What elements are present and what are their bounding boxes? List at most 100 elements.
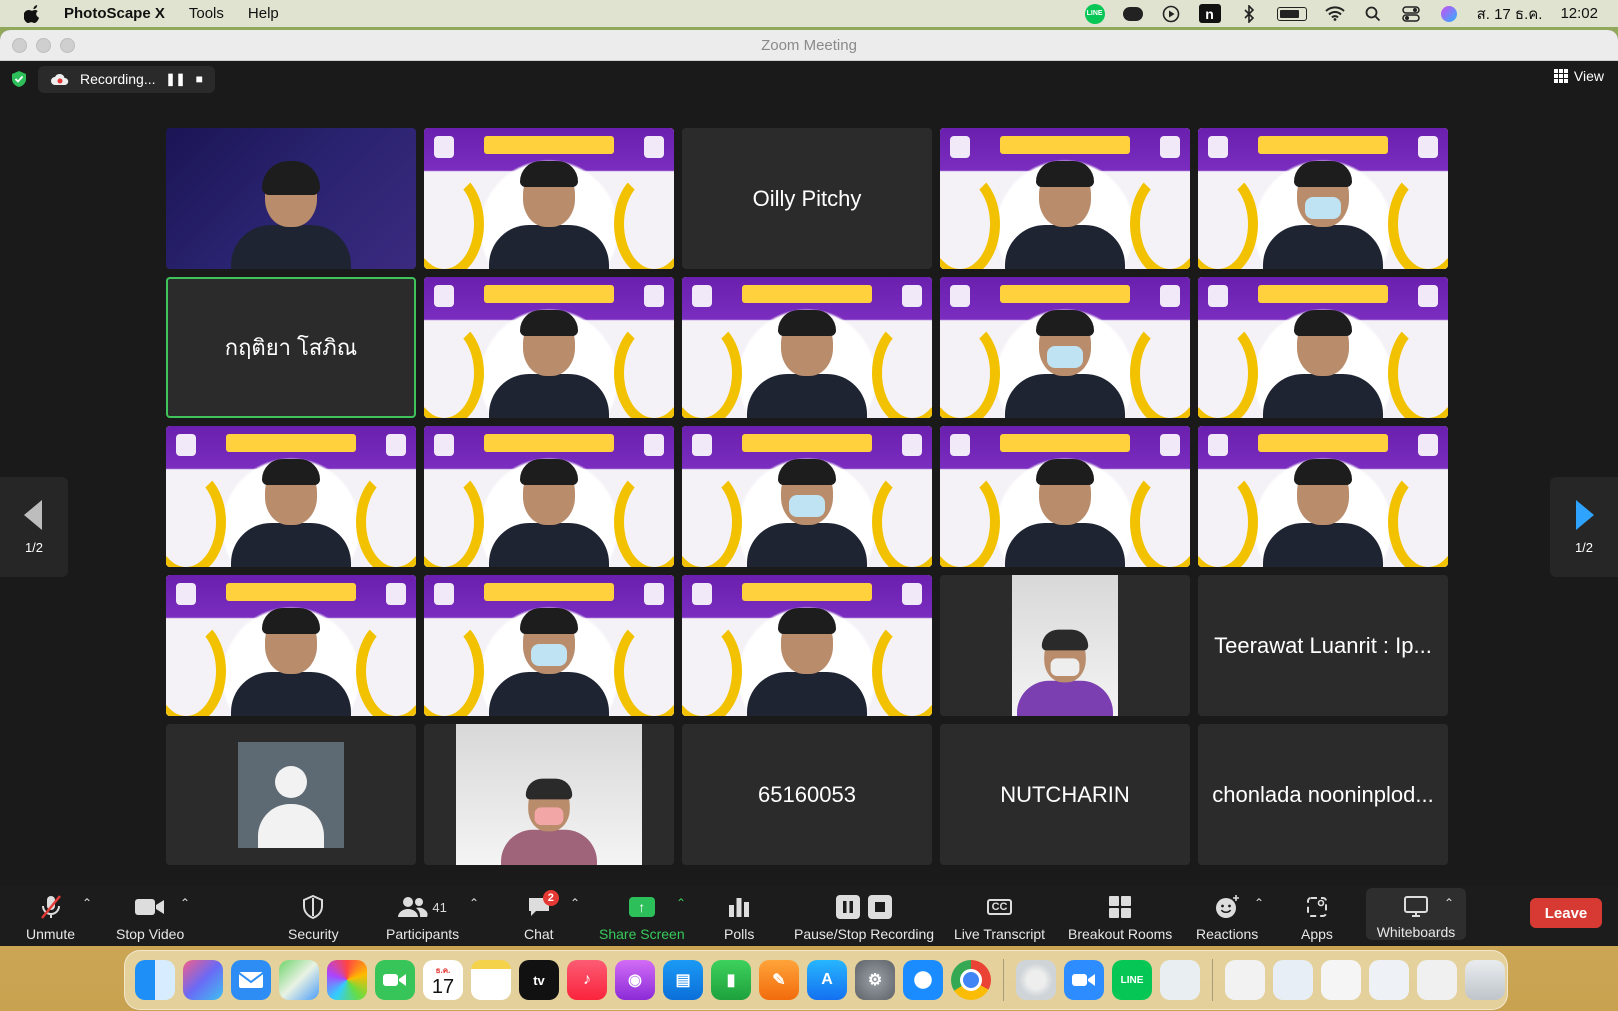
unmute-label: Unmute [26,926,76,942]
mail-icon[interactable] [231,960,271,1000]
menu-help[interactable]: Help [248,5,279,22]
breakout-rooms-button[interactable]: Breakout Rooms [1068,894,1172,942]
chat-options-caret[interactable]: ⌃ [570,896,580,910]
participant-tile[interactable] [424,724,674,865]
maps-icon[interactable] [279,960,319,1000]
participant-tile[interactable] [424,277,674,418]
trash-icon[interactable] [1465,960,1505,1000]
battery-icon[interactable] [1276,6,1307,21]
participant-tile[interactable]: chonlada nooninplod... [1198,724,1448,865]
audio-options-caret[interactable]: ⌃ [82,896,92,910]
app-store-icon[interactable]: A [807,960,847,1000]
wifi-icon[interactable] [1324,6,1345,22]
notes-icon[interactable] [471,960,511,1000]
share-options-caret[interactable]: ⌃ [676,896,686,910]
menubar-date[interactable]: ส. 17 ธ.ค. [1477,2,1543,26]
participant-tile[interactable] [1198,128,1448,269]
participant-tile[interactable]: 65160053 [682,724,932,865]
participant-tile[interactable] [682,575,932,716]
zoom-icon[interactable] [1064,960,1104,1000]
window-title: Zoom Meeting [761,36,857,54]
bluetooth-icon[interactable] [1239,4,1259,23]
chrome-icon[interactable] [951,960,991,1000]
control-center-icon[interactable] [1401,5,1421,22]
view-button[interactable]: View [1553,68,1604,84]
apple-tv-icon[interactable]: tv [519,960,559,1000]
participant-video [1005,459,1125,567]
facetime-icon[interactable] [375,960,415,1000]
live-transcript-button[interactable]: CC Live Transcript [954,894,1045,942]
numbers-icon[interactable]: ▮ [711,960,751,1000]
apps-button[interactable]: Apps [1301,894,1333,942]
video-options-caret[interactable]: ⌃ [180,896,190,910]
launchpad-icon[interactable] [183,960,223,1000]
participant-tile[interactable]: กฤติยา โสภิณ [166,277,416,418]
preview-icon[interactable] [1160,960,1200,1000]
dock-window-thumb-3[interactable] [1321,960,1361,1000]
share-screen-button[interactable]: ↑ Share Screen [599,894,685,942]
stop-recording-icon[interactable]: ■ [196,72,203,86]
participant-tile[interactable]: NUTCHARIN [940,724,1190,865]
spotlight-search-icon[interactable] [1363,6,1383,22]
pause-stop-recording-button[interactable]: Pause/Stop Recording [794,894,934,942]
line-status-icon[interactable]: LINE [1084,3,1105,24]
dock-window-thumb-5[interactable] [1417,960,1457,1000]
menubar-time[interactable]: 12:02 [1560,5,1598,22]
system-settings-icon[interactable]: ⚙ [855,960,895,1000]
dock-window-thumb-2[interactable] [1273,960,1313,1000]
participant-tile[interactable] [682,277,932,418]
participant-tile[interactable] [424,426,674,567]
photos-icon[interactable] [327,960,367,1000]
participants-options-caret[interactable]: ⌃ [469,896,479,910]
play-circle-icon[interactable] [1161,5,1181,22]
photoscape-icon[interactable] [1016,960,1056,1000]
line-app-icon[interactable]: LINE [1112,960,1152,1000]
participant-tile[interactable]: Oilly Pitchy [682,128,932,269]
participant-tile[interactable] [424,128,674,269]
participant-tile[interactable] [1198,426,1448,567]
participant-tile[interactable] [166,426,416,567]
pages-icon[interactable]: ✎ [759,960,799,1000]
participant-video [747,459,867,567]
participant-tile[interactable] [940,128,1190,269]
polls-button[interactable]: Polls [724,894,754,942]
siri-icon[interactable] [1439,5,1459,22]
pause-recording-icon[interactable]: ❚❚ [165,72,185,86]
menu-tools[interactable]: Tools [189,5,224,22]
app-menu-photoscape[interactable]: PhotoScape X [64,5,165,22]
leave-button[interactable]: Leave [1530,898,1602,928]
polls-label: Polls [724,926,755,942]
participant-tile[interactable] [166,724,416,865]
stop-video-button[interactable]: Stop Video [116,894,184,942]
safari-icon[interactable] [903,960,943,1000]
apple-icon[interactable] [24,4,42,23]
participant-tile[interactable] [940,277,1190,418]
next-page-button[interactable]: 1/2 [1550,477,1618,577]
reactions-options-caret[interactable]: ⌃ [1254,896,1264,910]
encryption-shield-icon[interactable] [10,70,28,88]
chat-button[interactable]: 2 Chat [524,890,559,942]
security-button[interactable]: Security [288,894,339,942]
status-pill-icon[interactable] [1122,6,1143,22]
participant-tile[interactable] [682,426,932,567]
dock-window-thumb-1[interactable] [1225,960,1265,1000]
unmute-button[interactable]: Unmute [26,894,75,942]
podcasts-icon[interactable]: ◉ [615,960,655,1000]
reactions-button[interactable]: Reactions [1196,894,1258,942]
participant-tile[interactable] [166,128,416,269]
music-icon[interactable]: ♪ [567,960,607,1000]
previous-page-button[interactable]: 1/2 [0,477,68,577]
participant-tile[interactable] [1198,277,1448,418]
participant-tile[interactable] [940,575,1190,716]
participant-tile[interactable]: Teerawat Luanrit : Ip... [1198,575,1448,716]
dock-window-thumb-4[interactable] [1369,960,1409,1000]
participant-tile[interactable] [166,575,416,716]
participant-tile[interactable] [940,426,1190,567]
keynote-icon[interactable]: ▤ [663,960,703,1000]
notion-icon[interactable]: n [1198,4,1221,23]
calendar-icon[interactable]: ธ.ค. 17 [423,960,463,1000]
participant-tile[interactable] [424,575,674,716]
finder-icon[interactable] [135,960,175,1000]
participants-button[interactable]: 41 Participants [386,894,459,942]
whiteboards-options-caret[interactable]: ⌃ [1444,896,1454,910]
